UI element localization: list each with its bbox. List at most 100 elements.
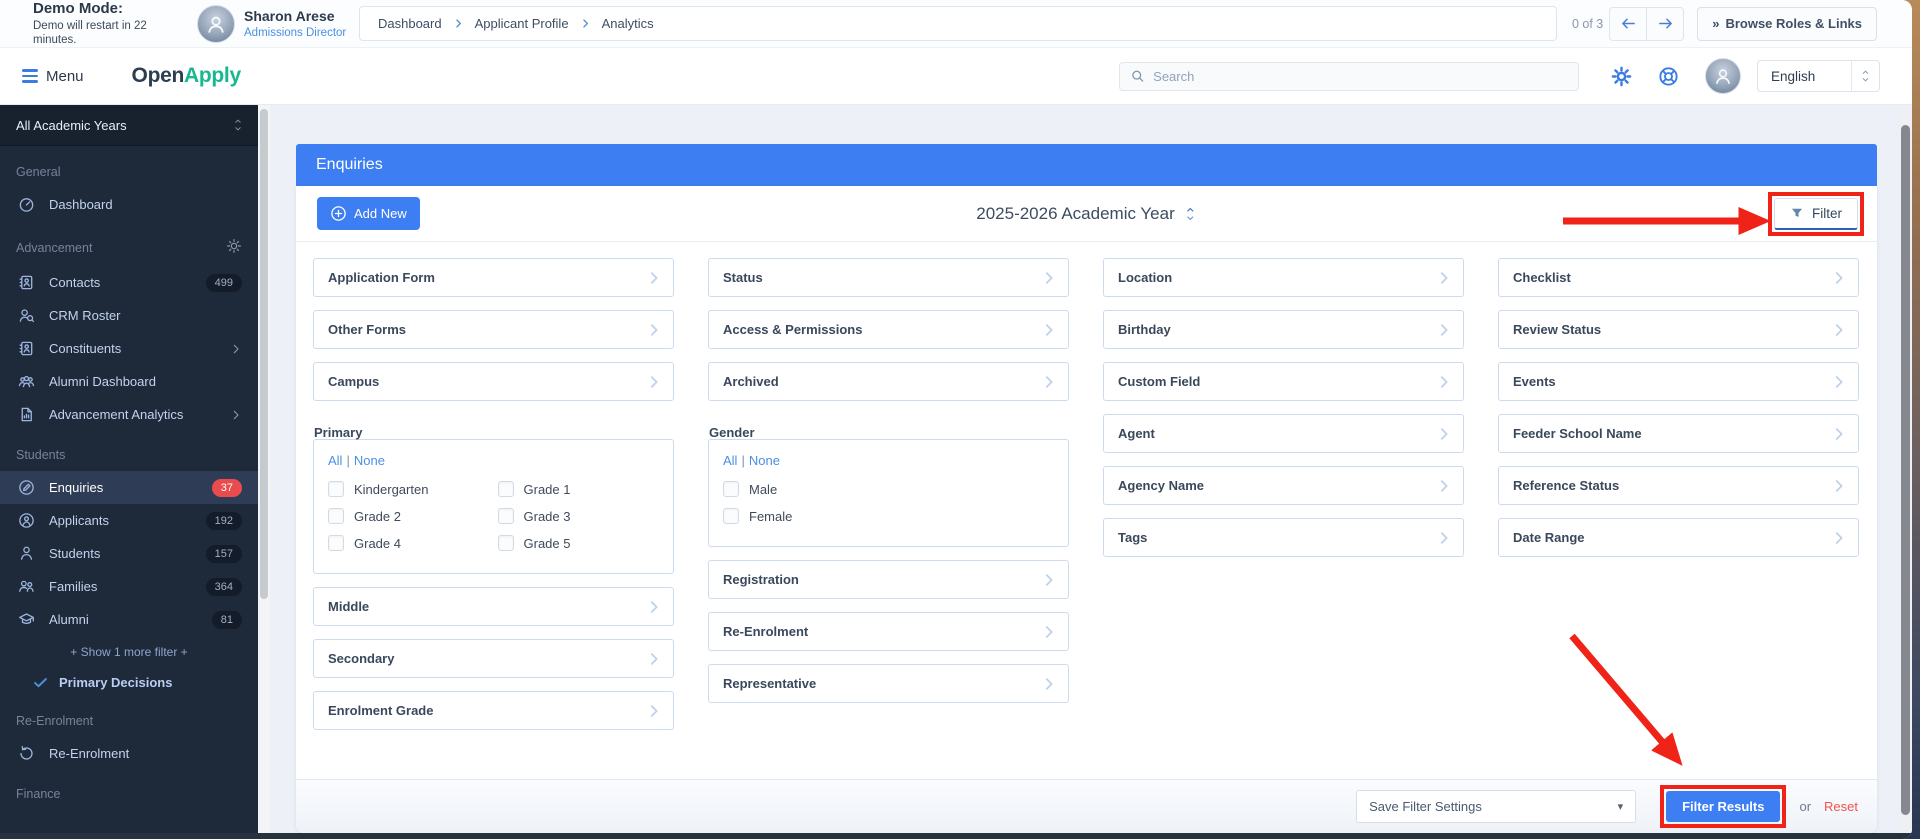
filter-field-secondary[interactable]: Secondary: [313, 639, 674, 678]
sidebar-section-label-students: Students: [16, 448, 242, 462]
user-avatar[interactable]: [1705, 58, 1741, 94]
checkbox-option-kindergarten[interactable]: Kindergarten: [328, 481, 490, 497]
double-chevron-icon: »: [1712, 16, 1720, 31]
gear-icon[interactable]: [226, 238, 242, 257]
filter-field-access-permissions[interactable]: Access & Permissions: [708, 310, 1069, 349]
chevron-right-icon: [230, 409, 242, 421]
filter-field-agency-name[interactable]: Agency Name: [1103, 466, 1464, 505]
filter-field-label: Review Status: [1513, 322, 1602, 337]
filter-field-birthday[interactable]: Birthday: [1103, 310, 1464, 349]
filter-field-representative[interactable]: Representative: [708, 664, 1069, 703]
breadcrumb-item-dashboard[interactable]: Dashboard: [378, 16, 442, 31]
academic-year-selector[interactable]: All Academic Years: [0, 105, 258, 146]
sidebar-item-dashboard[interactable]: Dashboard: [0, 188, 258, 221]
sidebar-item-students[interactable]: Students 157: [0, 537, 258, 570]
filter-group-primary: Primary All | None Kindergarten Grade 1 Grade …: [313, 414, 674, 574]
checkbox[interactable]: [497, 508, 514, 524]
checkbox-option-grade-2[interactable]: Grade 2: [328, 508, 490, 524]
filter-field-reference-status[interactable]: Reference Status: [1498, 466, 1859, 505]
sidebar-section-label-text: General: [16, 165, 61, 179]
filter-field-middle[interactable]: Middle: [313, 587, 674, 626]
checkbox-option-male[interactable]: Male: [723, 481, 1054, 497]
sidebar-item-advancement-analytics[interactable]: Advancement Analytics: [0, 398, 258, 431]
sidebar-scrollbar-thumb[interactable]: [260, 109, 268, 599]
sidebar-item-contacts[interactable]: Contacts 499: [0, 266, 258, 299]
checkbox-option-grade-1[interactable]: Grade 1: [497, 481, 660, 497]
contacts-icon: [16, 274, 36, 291]
menu-label[interactable]: Menu: [46, 68, 84, 85]
add-new-button[interactable]: Add New: [317, 197, 420, 230]
checkbox[interactable]: [497, 535, 514, 551]
browse-roles-links-button[interactable]: » Browse Roles & Links: [1697, 6, 1877, 41]
checkbox[interactable]: [497, 481, 514, 497]
filter-field-archived[interactable]: Archived: [708, 362, 1069, 401]
checkbox[interactable]: [328, 535, 344, 551]
filter-field-location[interactable]: Location: [1103, 258, 1464, 297]
page-scrollbar-thumb[interactable]: [1901, 125, 1910, 815]
sidebar-item-constituents[interactable]: Constituents: [0, 332, 258, 365]
filter-field-re-enrolment[interactable]: Re-Enrolment: [708, 612, 1069, 651]
chevron-right-icon: [1436, 530, 1452, 546]
select-all-link[interactable]: All: [723, 453, 737, 468]
filter-results-button[interactable]: Filter Results: [1666, 791, 1781, 822]
user-avatar[interactable]: [197, 4, 235, 43]
filter-field-review-status[interactable]: Review Status: [1498, 310, 1859, 349]
prev-arrow-button[interactable]: [1609, 6, 1648, 41]
breadcrumb-item-applicant-profile[interactable]: Applicant Profile: [475, 16, 569, 31]
select-all-link[interactable]: All: [328, 453, 342, 468]
filter-field-other-forms[interactable]: Other Forms: [313, 310, 674, 349]
sidebar-item-families[interactable]: Families 364: [0, 570, 258, 603]
sidebar-item-label: Constituents: [49, 341, 122, 356]
filter-field-registration[interactable]: Registration: [708, 560, 1069, 599]
filter-field-date-range[interactable]: Date Range: [1498, 518, 1859, 557]
select-none-link[interactable]: None: [354, 453, 385, 468]
main-academic-year-label: 2025-2026 Academic Year: [976, 203, 1175, 223]
breadcrumb-chevron-icon: [453, 18, 464, 29]
checkbox-option-grade-5[interactable]: Grade 5: [497, 535, 660, 551]
filter-field-tags[interactable]: Tags: [1103, 518, 1464, 557]
checkbox-option-grade-4[interactable]: Grade 4: [328, 535, 490, 551]
main-academic-year-selector[interactable]: 2025-2026 Academic Year: [976, 204, 1197, 224]
filter-results-highlight: Filter Results: [1660, 785, 1787, 828]
sidebar-item-crm-roster[interactable]: CRM Roster: [0, 299, 258, 332]
filter-field-agent[interactable]: Agent: [1103, 414, 1464, 453]
current-user[interactable]: Sharon Arese Admissions Director: [197, 4, 349, 43]
filter-field-events[interactable]: Events: [1498, 362, 1859, 401]
students-icon: [16, 545, 36, 562]
sidebar-item-enquiries[interactable]: Enquiries 37: [0, 471, 258, 504]
filter-field-enrolment-grade[interactable]: Enrolment Grade: [313, 691, 674, 730]
reset-link[interactable]: Reset: [1824, 799, 1858, 814]
settings-gear-icon[interactable]: [1611, 66, 1632, 87]
filter-field-feeder-school-name[interactable]: Feeder School Name: [1498, 414, 1859, 453]
checkbox[interactable]: [723, 481, 739, 497]
filter-field-custom-field[interactable]: Custom Field: [1103, 362, 1464, 401]
sidebar-item-alumni-dashboard[interactable]: Alumni Dashboard: [0, 365, 258, 398]
select-none-link[interactable]: None: [749, 453, 780, 468]
breadcrumb-item-analytics[interactable]: Analytics: [602, 16, 654, 31]
sidebar-item-applicants[interactable]: Applicants 192: [0, 504, 258, 537]
filter-field-application-form[interactable]: Application Form: [313, 258, 674, 297]
chevron-right-icon: [1041, 270, 1057, 286]
checkbox[interactable]: [328, 481, 344, 497]
filter-field-campus[interactable]: Campus: [313, 362, 674, 401]
filter-field-checklist[interactable]: Checklist: [1498, 258, 1859, 297]
save-filter-settings-select[interactable]: Save Filter Settings ▾: [1356, 790, 1637, 823]
filter-button[interactable]: Filter: [1774, 197, 1858, 230]
help-lifebuoy-icon[interactable]: [1658, 66, 1679, 87]
checkbox-label: Male: [749, 481, 778, 497]
sidebar-item-primary-decisions[interactable]: Primary Decisions: [0, 667, 258, 697]
show-more-filters-link[interactable]: + Show 1 more filter +: [0, 645, 258, 659]
search-box[interactable]: [1119, 61, 1579, 91]
checkbox[interactable]: [328, 508, 344, 524]
language-select[interactable]: English: [1757, 60, 1880, 92]
next-arrow-button[interactable]: [1646, 6, 1685, 41]
checkbox[interactable]: [723, 508, 739, 524]
hamburger-menu-icon[interactable]: [22, 69, 38, 83]
sidebar-item-alumni[interactable]: Alumni 81: [0, 603, 258, 636]
sidebar-item-re-enrolment[interactable]: Re-Enrolment: [0, 737, 258, 770]
checkbox-option-female[interactable]: Female: [723, 508, 1054, 524]
filter-field-status[interactable]: Status: [708, 258, 1069, 297]
search-input[interactable]: [1153, 68, 1568, 84]
checkbox-option-grade-3[interactable]: Grade 3: [497, 508, 660, 524]
openapply-logo[interactable]: OpenApply: [132, 64, 242, 88]
